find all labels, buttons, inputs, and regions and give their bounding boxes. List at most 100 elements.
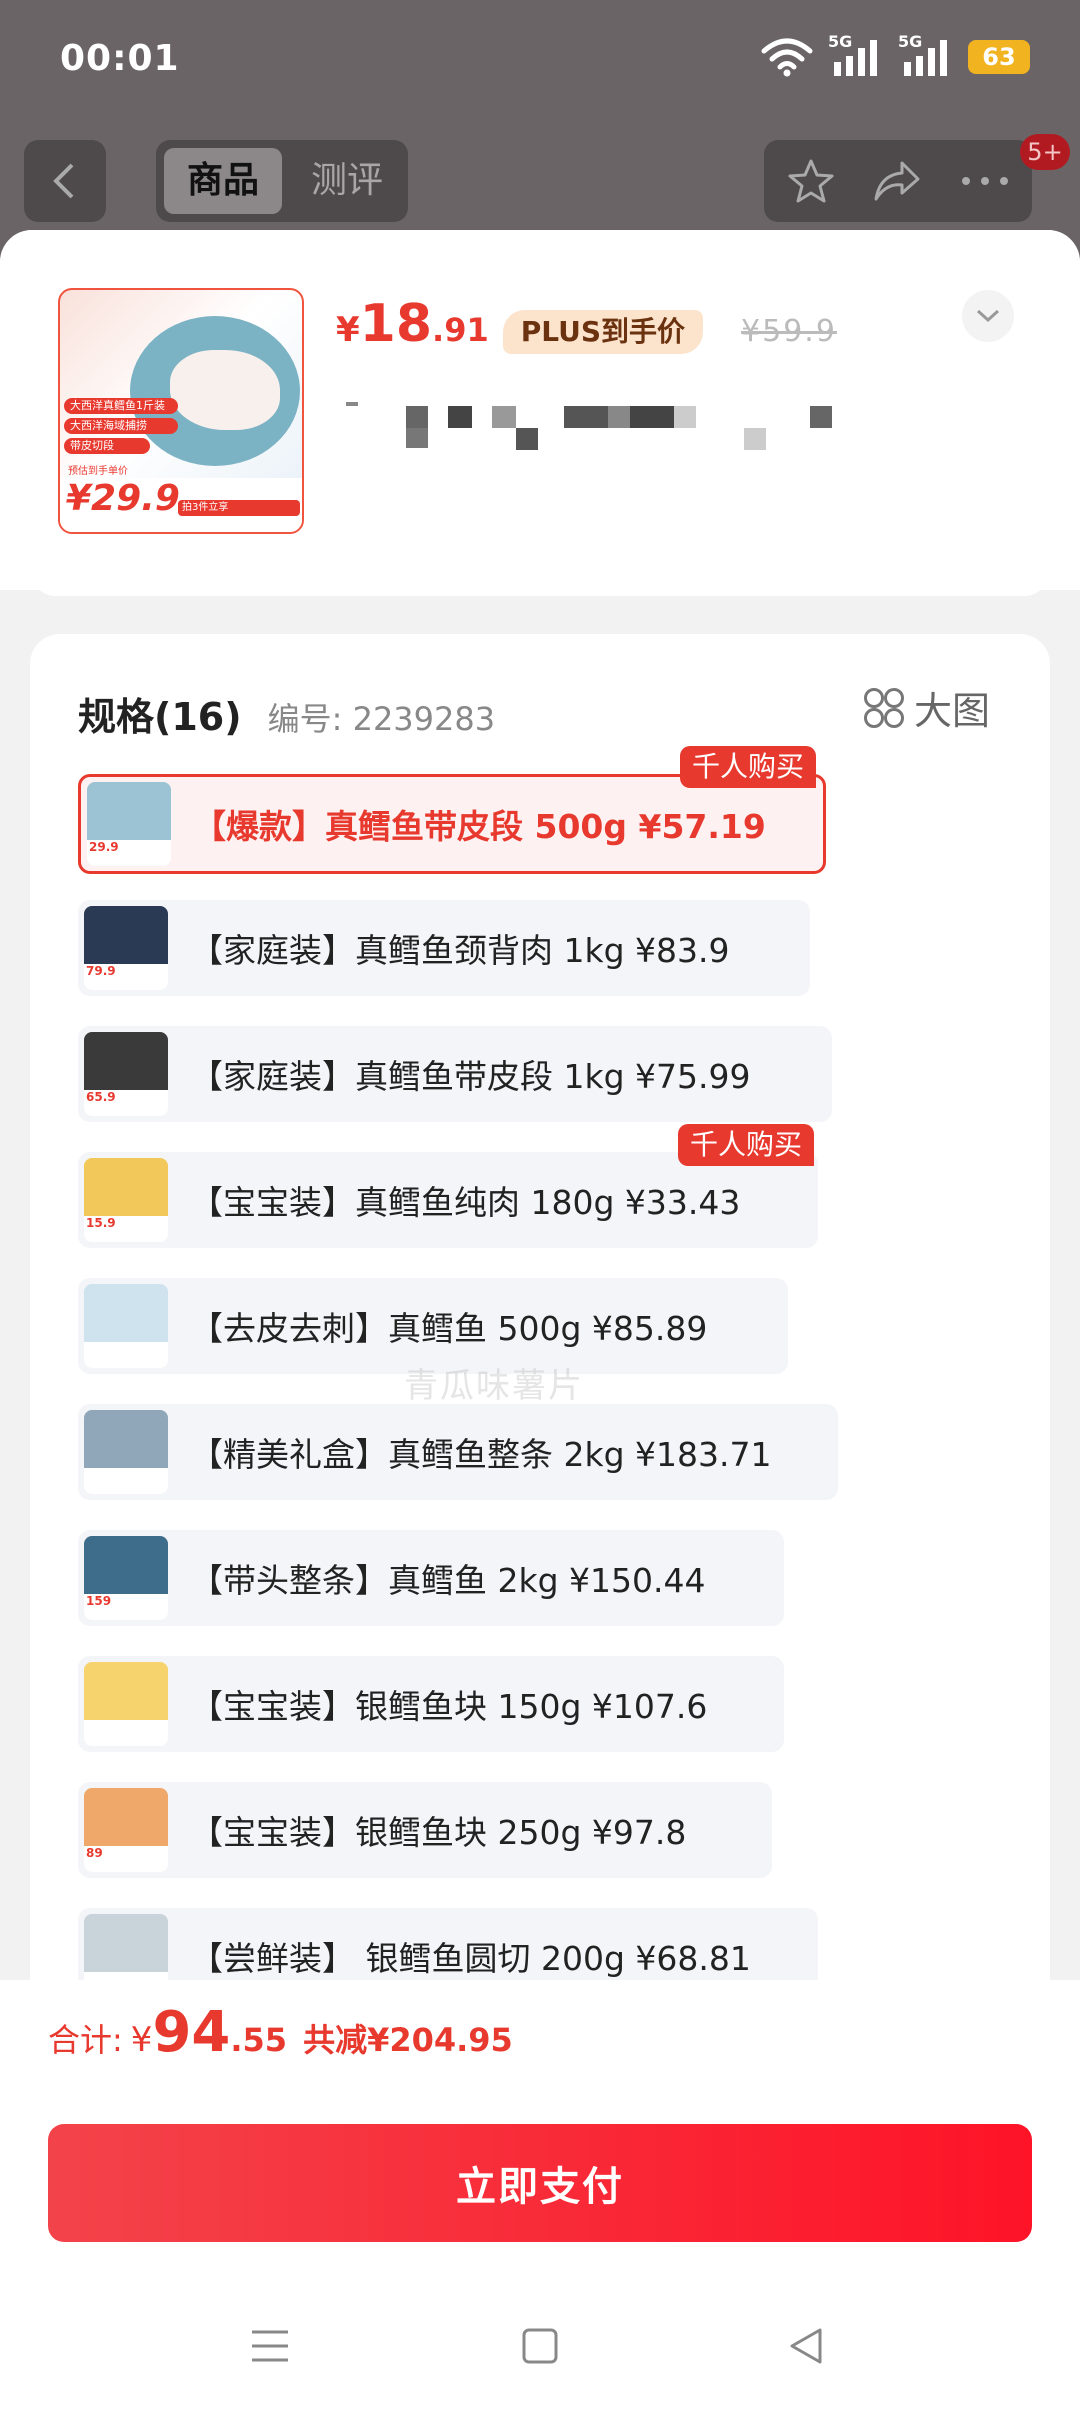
more-dots-icon — [962, 177, 1008, 185]
option-label: 【宝宝装】银鳕鱼块 150g ¥107.6 — [190, 1687, 708, 1726]
spec-option[interactable]: 【精美礼盒】真鳕鱼整条 2kg ¥183.71 — [78, 1404, 838, 1500]
back-nav-button[interactable] — [776, 2316, 836, 2376]
spec-option[interactable]: 【宝宝装】银鳕鱼块 150g ¥107.6 — [78, 1656, 784, 1752]
thumb-price-label: 预估到手单价 — [68, 466, 128, 477]
notification-badge: 5+ — [1020, 134, 1070, 170]
thumb-image — [84, 1158, 168, 1216]
hot-badge: 千人购买 — [678, 1124, 815, 1166]
spec-option[interactable]: 29.9 【爆款】真鳕鱼带皮段 500g ¥57.19 — [78, 774, 826, 874]
fish-graphic — [170, 350, 280, 430]
thumb-image — [84, 1662, 168, 1720]
thumb-footer — [84, 1342, 168, 1368]
original-price: ¥59.9 — [741, 314, 837, 349]
thumb-tag: 大西洋海域捕捞 — [64, 418, 178, 434]
option-label: 【宝宝装】银鳕鱼块 250g ¥97.8 — [190, 1813, 687, 1852]
product-thumbnail[interactable]: 大西洋真鳕鱼1斤装 大西洋海域捕捞 带皮切段 预估到手单价 ¥29.9 拍3件立… — [58, 288, 304, 534]
thumb-price-bar: 预估到手单价 ¥29.9 拍3件立享 — [60, 466, 302, 532]
signal-icon: 5G — [898, 32, 954, 78]
thumb-promo: 拍3件立享 — [178, 500, 300, 516]
status-time: 00:01 — [60, 38, 180, 79]
option-thumbnail: 15.9 — [84, 1158, 168, 1242]
favorite-button[interactable] — [786, 156, 836, 206]
price-line: ¥ 18 .91 PLUS到手价 ¥59.9 — [336, 294, 837, 354]
menu-icon — [252, 2330, 288, 2362]
spec-header: 规格(16) 编号: 2239283 — [78, 686, 495, 741]
thumb-image — [84, 1914, 168, 1972]
collapsed-section — [30, 560, 1050, 596]
spec-option[interactable]: 89 【宝宝装】银鳕鱼块 250g ¥97.8 — [78, 1782, 772, 1878]
option-label: 【去皮去刺】真鳕鱼 500g ¥85.89 — [190, 1309, 708, 1348]
option-thumbnail: 79.9 — [84, 906, 168, 990]
option-label: 【宝宝装】真鳕鱼纯肉 180g ¥33.43 — [190, 1183, 741, 1222]
option-thumbnail: 65.9 — [84, 1032, 168, 1116]
chevron-left-icon — [53, 163, 74, 199]
thumb-image — [84, 906, 168, 964]
battery-indicator: 63 — [968, 40, 1030, 74]
status-bar: 00:01 5G 5G 63 — [0, 0, 1080, 120]
signal-icon: 5G — [828, 32, 884, 78]
thumb-image — [84, 1536, 168, 1594]
product-review-tabs: 商品 测评 — [156, 140, 408, 222]
thumb-image — [84, 1284, 168, 1342]
more-button[interactable] — [960, 156, 1010, 206]
thumb-footer — [84, 1720, 168, 1746]
action-group — [764, 140, 1032, 222]
hot-badge: 千人购买 — [680, 746, 817, 788]
plus-price-tag: PLUS到手价 — [502, 310, 704, 354]
option-label: 【带头整条】真鳕鱼 2kg ¥150.44 — [190, 1561, 706, 1600]
thumb-image — [84, 1410, 168, 1468]
option-thumbnail — [84, 1410, 168, 1494]
home-button[interactable] — [510, 2316, 570, 2376]
wifi-icon — [761, 38, 813, 77]
share-button[interactable] — [872, 156, 922, 206]
total-line: 合计: ¥ 94 .55 共减¥204.95 — [48, 2000, 513, 2065]
spec-title: 规格(16) — [78, 695, 242, 739]
total-decimal: .55 — [230, 2021, 288, 2059]
price-integer: 18 — [359, 294, 433, 354]
thumb-price: 29.9 — [89, 840, 119, 854]
home-square-icon — [522, 2328, 558, 2364]
big-image-toggle[interactable]: 大图 — [864, 680, 990, 735]
spec-option[interactable]: 65.9 【家庭装】真鳕鱼带皮段 1kg ¥75.99 — [78, 1026, 832, 1122]
option-label: 【精美礼盒】真鳕鱼整条 2kg ¥183.71 — [190, 1435, 772, 1474]
thumb-tag: 大西洋真鳕鱼1斤装 — [64, 398, 178, 414]
thumb-image — [87, 782, 171, 840]
option-label: 【爆款】真鳕鱼带皮段 500g ¥57.19 — [193, 807, 766, 846]
spec-option[interactable]: 159 【带头整条】真鳕鱼 2kg ¥150.44 — [78, 1530, 784, 1626]
spec-code: 编号: 2239283 — [267, 700, 496, 738]
top-nav: 商品 测评 5+ — [0, 134, 1080, 228]
watermark: 青瓜味薯片 — [404, 1366, 584, 1406]
grid-icon — [864, 687, 904, 728]
tab-review[interactable]: 测评 — [292, 148, 402, 214]
total-label: 合计: — [48, 2021, 123, 2059]
collapse-button[interactable] — [962, 290, 1014, 342]
back-button[interactable] — [24, 140, 106, 222]
redacted-product-name — [336, 402, 846, 462]
thumb-price: 65.9 — [86, 1090, 116, 1104]
spec-option[interactable]: 15.9 【宝宝装】真鳕鱼纯肉 180g ¥33.43 — [78, 1152, 818, 1248]
option-thumbnail: 89 — [84, 1788, 168, 1872]
thumb-footer — [84, 1468, 168, 1494]
product-summary: 大西洋真鳕鱼1斤装 大西洋海域捕捞 带皮切段 预估到手单价 ¥29.9 拍3件立… — [0, 230, 1080, 590]
thumb-image — [84, 1788, 168, 1846]
total-integer: 94 — [152, 2000, 231, 2065]
menu-button[interactable] — [240, 2316, 300, 2376]
option-thumbnail — [84, 1662, 168, 1746]
pay-now-button[interactable]: 立即支付 — [48, 2124, 1032, 2242]
spec-option[interactable]: 79.9 【家庭装】真鳕鱼颈背肉 1kg ¥83.9 — [78, 900, 810, 996]
option-thumbnail: 29.9 — [87, 782, 171, 866]
option-label: 【家庭装】真鳕鱼颈背肉 1kg ¥83.9 — [190, 931, 730, 970]
total-saved: 共减¥204.95 — [303, 2021, 513, 2059]
thumb-price: 159 — [86, 1594, 112, 1608]
option-thumbnail — [84, 1284, 168, 1368]
option-thumbnail: 159 — [84, 1536, 168, 1620]
thumb-price: 79.9 — [86, 964, 116, 978]
chevron-down-icon — [976, 309, 1000, 323]
thumb-image — [84, 1032, 168, 1090]
star-icon — [788, 159, 834, 203]
share-icon — [874, 161, 920, 201]
tab-product[interactable]: 商品 — [164, 148, 282, 214]
triangle-back-icon — [790, 2328, 822, 2364]
status-icons: 5G 5G 63 — [760, 32, 1030, 78]
system-nav-bar — [0, 2276, 1080, 2412]
